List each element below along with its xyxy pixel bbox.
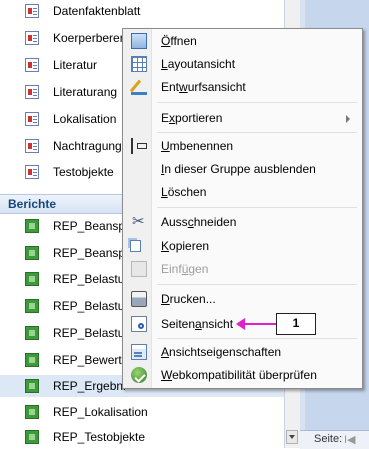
print-preview-icon bbox=[131, 316, 147, 332]
nav-item-report[interactable]: REP_Lokalisation bbox=[0, 401, 284, 423]
nav-item-label: Koerperberere bbox=[53, 31, 131, 45]
form-icon bbox=[25, 85, 39, 99]
nav-item-label: Literatur bbox=[53, 58, 98, 72]
nav-item-label: REP_Beansp bbox=[53, 219, 126, 233]
form-icon bbox=[25, 31, 39, 45]
nav-item-label: REP_Lokalisation bbox=[53, 405, 148, 419]
callout-number-box: 1 bbox=[276, 313, 316, 335]
print-icon bbox=[131, 291, 147, 307]
callout-arrow-line bbox=[242, 323, 276, 325]
menu-item-drucken[interactable]: Drucken... bbox=[123, 288, 362, 310]
nav-item-label: Nachtragung bbox=[53, 139, 122, 153]
first-page-button[interactable]: I◀ bbox=[344, 433, 356, 446]
menu-item-layoutansicht[interactable]: Layoutansicht bbox=[123, 53, 362, 75]
menu-item-oeffnen[interactable]: Öffnen bbox=[123, 30, 362, 52]
form-icon bbox=[25, 139, 39, 153]
group-header-label: Berichte bbox=[8, 197, 57, 211]
report-icon bbox=[25, 219, 39, 233]
menu-item-einfuegen: Einfügen bbox=[123, 258, 362, 280]
layout-view-icon bbox=[131, 56, 147, 72]
properties-icon bbox=[131, 344, 147, 360]
copy-icon bbox=[130, 240, 141, 252]
page-label: Seite: bbox=[314, 433, 343, 445]
paste-icon bbox=[131, 261, 147, 277]
scroll-down-arrow-icon[interactable] bbox=[286, 430, 298, 444]
web-check-icon bbox=[131, 367, 147, 383]
nav-item-label: REP_Belastu bbox=[53, 272, 125, 286]
report-icon bbox=[25, 272, 39, 286]
nav-item-label: REP_Belastu bbox=[53, 299, 125, 313]
report-icon bbox=[25, 246, 39, 260]
form-icon bbox=[25, 112, 39, 126]
nav-item-label: REP_Belastu bbox=[53, 326, 125, 340]
nav-item-label: REP_Beansp bbox=[53, 246, 126, 260]
callout-arrow-icon bbox=[236, 318, 245, 330]
nav-item-label: Literaturang bbox=[53, 85, 118, 99]
submenu-arrow-icon bbox=[346, 115, 350, 123]
report-icon bbox=[25, 299, 39, 313]
cut-icon bbox=[131, 212, 147, 230]
context-menu: Öffnen Layoutansicht Entwurfsansicht Exp… bbox=[122, 28, 363, 389]
menu-item-loeschen[interactable]: Löschen bbox=[123, 181, 362, 203]
menu-item-kopieren[interactable]: Kopieren bbox=[123, 235, 362, 257]
nav-item-label: Datenfaktenblatt bbox=[53, 4, 141, 18]
menu-item-umbenennen[interactable]: Umbenennen bbox=[123, 135, 362, 157]
menu-item-entwurfsansicht[interactable]: Entwurfsansicht bbox=[123, 76, 362, 98]
open-icon bbox=[131, 33, 147, 49]
menu-item-ansichtseigenschaften[interactable]: Ansichtseigenschaften bbox=[123, 341, 362, 363]
report-icon bbox=[25, 430, 39, 444]
design-view-icon bbox=[131, 79, 147, 95]
form-icon bbox=[25, 4, 39, 18]
nav-item-label: REP_Testobjekte bbox=[53, 430, 146, 444]
menu-item-ausschneiden[interactable]: Ausschneiden bbox=[123, 211, 362, 233]
menu-item-ausblenden[interactable]: In dieser Gruppe ausblenden bbox=[123, 158, 362, 180]
menu-item-webkompatibilitaet[interactable]: Webkompatibilität überprüfen bbox=[123, 364, 362, 386]
nav-item-label: Lokalisation bbox=[53, 112, 117, 126]
nav-item-report[interactable]: REP_Testobjekte bbox=[0, 426, 284, 448]
form-icon bbox=[25, 58, 39, 72]
nav-item-form[interactable]: Datenfaktenblatt bbox=[0, 0, 284, 22]
nav-item-label: REP_Ergebni bbox=[53, 379, 126, 393]
rename-icon bbox=[131, 138, 147, 154]
report-icon bbox=[25, 405, 39, 419]
report-icon bbox=[25, 326, 39, 340]
form-icon bbox=[25, 165, 39, 179]
report-icon bbox=[25, 353, 39, 367]
nav-item-label: REP_Bewertu bbox=[53, 353, 129, 367]
report-icon bbox=[25, 379, 39, 393]
menu-item-exportieren[interactable]: Exportieren bbox=[123, 107, 362, 129]
nav-item-label: Testobjekte bbox=[53, 165, 114, 179]
